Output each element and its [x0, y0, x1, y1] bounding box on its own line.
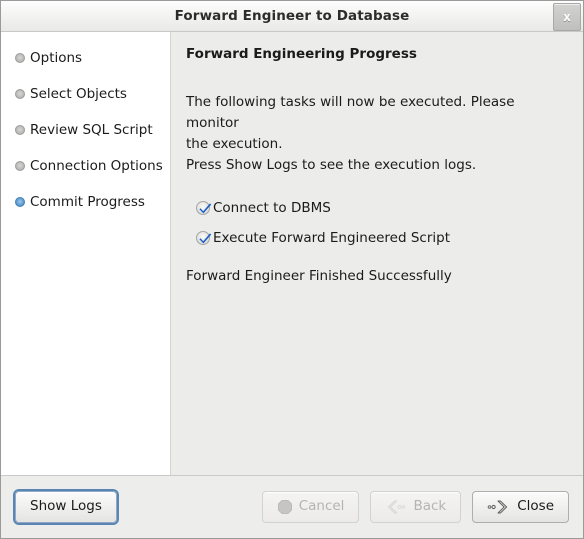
task-label: Execute Forward Engineered Script	[213, 230, 451, 246]
show-logs-label: Show Logs	[30, 498, 102, 515]
sidebar-item-select-objects[interactable]: Select Objects	[1, 82, 170, 106]
intro-line-1: The following tasks will now be executed…	[186, 94, 515, 131]
step-bullet-icon	[15, 125, 25, 135]
intro-line-2: the execution.	[186, 136, 283, 152]
chevron-right-icon	[487, 499, 511, 515]
sidebar-item-label: Options	[30, 50, 83, 66]
footer-right-buttons: Cancel Back Close	[261, 491, 569, 523]
task-item: Execute Forward Engineered Script	[196, 230, 567, 246]
stop-octagon-icon	[277, 499, 293, 515]
back-button[interactable]: Back	[370, 491, 462, 523]
step-bullet-active-icon	[15, 197, 25, 207]
main-content-panel: Forward Engineering Progress The followi…	[171, 32, 583, 475]
forward-engineer-dialog: Forward Engineer to Database x Options S…	[0, 0, 584, 539]
sidebar-item-label: Select Objects	[30, 86, 127, 102]
title-bar: Forward Engineer to Database x	[1, 1, 583, 32]
sidebar-item-review-sql-script[interactable]: Review SQL Script	[1, 118, 170, 142]
intro-paragraph: The following tasks will now be executed…	[186, 92, 567, 176]
dialog-body: Options Select Objects Review SQL Script…	[1, 32, 583, 476]
cancel-label: Cancel	[298, 498, 345, 515]
sidebar-item-label: Connection Options	[30, 158, 163, 174]
close-label: Close	[517, 498, 554, 515]
step-bullet-icon	[15, 53, 25, 63]
step-bullet-icon	[15, 89, 25, 99]
sidebar-item-label: Commit Progress	[30, 194, 145, 210]
page-title: Forward Engineering Progress	[186, 46, 417, 62]
task-list: Connect to DBMS Execute Forward Engineer…	[196, 200, 567, 246]
wizard-step-sidebar: Options Select Objects Review SQL Script…	[1, 32, 171, 475]
close-button[interactable]: Close	[472, 491, 569, 523]
task-label: Connect to DBMS	[213, 200, 331, 216]
intro-line-3: Press Show Logs to see the execution log…	[186, 157, 477, 173]
sidebar-item-label: Review SQL Script	[30, 122, 153, 138]
checkbox-checked-icon	[196, 231, 212, 245]
status-message: Forward Engineer Finished Successfully	[186, 268, 452, 284]
close-icon: x	[563, 10, 571, 24]
sidebar-item-connection-options[interactable]: Connection Options	[1, 154, 170, 178]
sidebar-item-commit-progress[interactable]: Commit Progress	[1, 190, 170, 214]
step-bullet-icon	[15, 161, 25, 171]
window-close-button[interactable]: x	[553, 3, 581, 31]
cancel-button[interactable]: Cancel	[261, 491, 360, 523]
dialog-footer: Show Logs Cancel Back Close	[1, 476, 583, 538]
checkbox-checked-icon	[196, 201, 212, 215]
task-item: Connect to DBMS	[196, 200, 567, 216]
chevron-left-icon	[385, 499, 407, 515]
back-label: Back	[413, 498, 447, 515]
window-title: Forward Engineer to Database	[174, 8, 410, 24]
sidebar-item-options[interactable]: Options	[1, 46, 170, 70]
show-logs-button[interactable]: Show Logs	[15, 491, 117, 523]
